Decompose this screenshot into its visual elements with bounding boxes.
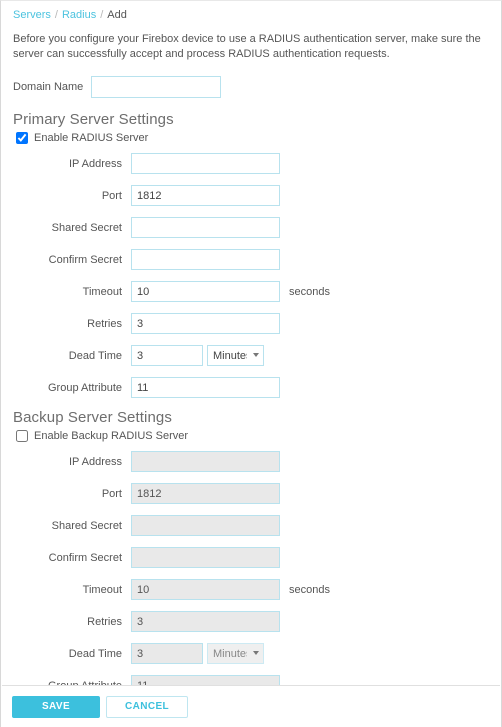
backup-shared-secret-row: Shared Secret (11, 512, 491, 539)
backup-dead-time-unit-select[interactable]: Minutes (207, 643, 264, 664)
intro-text: Before you configure your Firebox device… (13, 33, 481, 60)
backup-dead-time-row: Dead Time Minutes (11, 640, 491, 667)
backup-port-label: Port (101, 487, 122, 500)
backup-shared-secret-input[interactable] (131, 515, 280, 536)
backup-timeout-input[interactable] (131, 579, 280, 600)
primary-shared-secret-row: Shared Secret (11, 214, 491, 241)
primary-server-heading: Primary Server Settings (13, 111, 174, 128)
backup-dead-time-label: Dead Time (68, 647, 122, 660)
enable-backup-radius-server-label[interactable]: Enable Backup RADIUS Server (34, 430, 188, 442)
breadcrumb-separator: / (54, 9, 58, 21)
enable-backup-radius-server-row[interactable]: Enable Backup RADIUS Server (13, 430, 491, 442)
primary-retries-row: Retries (11, 310, 491, 337)
backup-confirm-secret-input[interactable] (131, 547, 280, 568)
save-button[interactable]: SAVE (12, 695, 100, 718)
domain-name-row: Domain Name (13, 73, 491, 101)
enable-radius-server-row[interactable]: Enable RADIUS Server (13, 132, 491, 144)
breadcrumb: Servers / Radius / Add (13, 8, 491, 22)
breadcrumb-separator: / (100, 9, 104, 21)
primary-port-input[interactable] (131, 185, 280, 206)
primary-dead-time-unit-wrap: Minutes (207, 345, 264, 366)
backup-confirm-secret-row: Confirm Secret (11, 544, 491, 571)
primary-dead-time-label: Dead Time (68, 349, 122, 362)
backup-ip-address-input[interactable] (131, 451, 280, 472)
backup-port-row: Port (11, 480, 491, 507)
breadcrumb-item-servers[interactable]: Servers (13, 9, 51, 21)
primary-confirm-secret-input[interactable] (131, 249, 280, 270)
primary-timeout-row: Timeout seconds (11, 278, 491, 305)
enable-backup-radius-server-checkbox[interactable] (16, 430, 28, 442)
primary-timeout-unit: seconds (289, 285, 330, 298)
primary-ip-address-row: IP Address (11, 150, 491, 177)
primary-shared-secret-label: Shared Secret (51, 221, 122, 234)
primary-timeout-input[interactable] (131, 281, 280, 302)
primary-shared-secret-input[interactable] (131, 217, 280, 238)
page-content: Servers / Radius / Add Before you configure … (1, 1, 501, 727)
primary-retries-label: Retries (87, 317, 122, 330)
backup-ip-address-row: IP Address (11, 448, 491, 475)
backup-retries-input[interactable] (131, 611, 280, 632)
backup-ip-address-label: IP Address (69, 455, 122, 468)
breadcrumb-item-radius[interactable]: Radius (62, 9, 96, 21)
primary-retries-input[interactable] (131, 313, 280, 334)
primary-group-attribute-label: Group Attribute (48, 381, 122, 394)
domain-name-input[interactable] (91, 76, 222, 98)
primary-dead-time-input[interactable] (131, 345, 203, 366)
primary-dead-time-row: Dead Time Minutes (11, 342, 491, 369)
primary-port-label: Port (101, 189, 122, 202)
cancel-button[interactable]: CANCEL (106, 695, 188, 718)
backup-confirm-secret-label: Confirm Secret (48, 551, 122, 564)
backup-timeout-label: Timeout (82, 583, 122, 596)
domain-name-label: Domain Name (13, 81, 84, 93)
backup-dead-time-unit-wrap: Minutes (207, 643, 264, 664)
backup-retries-label: Retries (87, 615, 122, 628)
breadcrumb-item-add: Add (107, 9, 127, 21)
primary-ip-address-label: IP Address (69, 157, 122, 170)
enable-radius-server-checkbox[interactable] (16, 132, 28, 144)
action-bar: SAVE CANCEL (2, 685, 500, 727)
backup-dead-time-input[interactable] (131, 643, 203, 664)
enable-radius-server-label[interactable]: Enable RADIUS Server (34, 132, 148, 144)
primary-group-attribute-input[interactable] (131, 377, 280, 398)
primary-confirm-secret-row: Confirm Secret (11, 246, 491, 273)
backup-timeout-row: Timeout seconds (11, 576, 491, 603)
primary-ip-address-input[interactable] (131, 153, 280, 174)
primary-confirm-secret-label: Confirm Secret (48, 253, 122, 266)
radius-server-add-page: Servers / Radius / Add Before you configure … (0, 0, 502, 727)
primary-port-row: Port (11, 182, 491, 209)
backup-port-input[interactable] (131, 483, 280, 504)
primary-group-attribute-row: Group Attribute (11, 374, 491, 401)
backup-shared-secret-label: Shared Secret (51, 519, 122, 532)
primary-timeout-label: Timeout (82, 285, 122, 298)
primary-dead-time-unit-select[interactable]: Minutes (207, 345, 264, 366)
backup-server-heading: Backup Server Settings (13, 409, 172, 426)
backup-retries-row: Retries (11, 608, 491, 635)
backup-timeout-unit: seconds (289, 583, 330, 596)
